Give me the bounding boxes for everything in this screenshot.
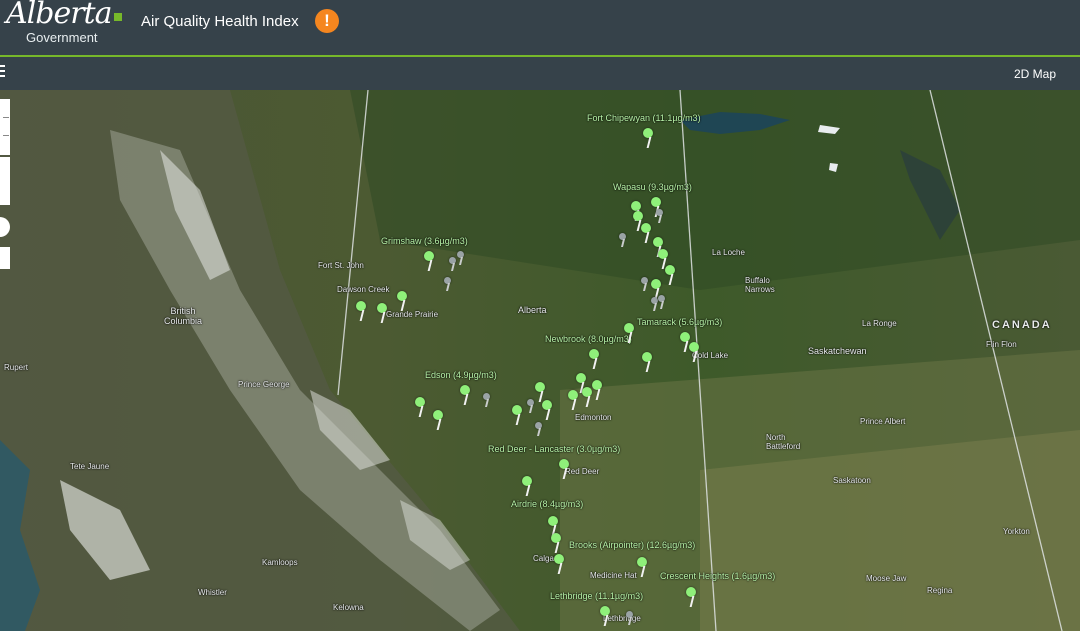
map-label-city: Flin Flon <box>986 340 1017 349</box>
map-label-city: Regina <box>927 586 953 595</box>
inactive-station-marker[interactable] <box>626 611 634 625</box>
map-label-city: Dawson Creek <box>337 285 390 294</box>
inactive-station-marker[interactable] <box>457 251 465 265</box>
map-label-city: Grande Prairie <box>386 310 439 319</box>
alert-icon[interactable]: ! <box>315 9 339 33</box>
station-marker[interactable] <box>600 606 610 626</box>
station-label[interactable]: Tamarack (5.6µg/m3) <box>637 317 722 327</box>
page-title: Air Quality Health Index <box>141 13 299 30</box>
station-marker[interactable] <box>665 265 675 285</box>
station-marker[interactable] <box>642 352 652 372</box>
map-label-city: Prince George <box>238 380 290 389</box>
station-label[interactable]: Fort Chipewyan (11.1µg/m3) <box>587 113 701 123</box>
station-label[interactable]: Red Deer - Lancaster (3.0µg/m3) <box>488 444 620 454</box>
station-marker[interactable] <box>559 459 569 479</box>
zoom-control[interactable] <box>0 99 10 155</box>
station-label[interactable]: Edson (4.9µg/m3) <box>425 370 497 380</box>
map-label-province: British Columbia <box>163 306 203 326</box>
map-label-city: Prince Albert <box>860 417 906 426</box>
layers-button[interactable] <box>0 247 10 269</box>
inactive-station-marker[interactable] <box>483 393 491 407</box>
map-label-city: La Ronge <box>862 319 897 328</box>
map-label-city: Red Deer <box>565 467 600 476</box>
map-label-city: Whistler <box>198 588 227 597</box>
inactive-station-marker[interactable] <box>619 233 627 247</box>
station-marker[interactable] <box>542 400 552 420</box>
satellite-basemap <box>0 90 1080 631</box>
map-label-province: Saskatchewan <box>808 346 867 356</box>
station-marker[interactable] <box>522 476 532 496</box>
station-label[interactable]: Wapasu (9.3µg/m3) <box>613 182 692 192</box>
map-label-city: Saskatoon <box>833 476 871 485</box>
station-marker[interactable] <box>397 291 407 311</box>
station-marker[interactable] <box>624 323 634 343</box>
station-marker[interactable] <box>356 301 366 321</box>
logo-flag-icon <box>114 13 122 21</box>
station-marker[interactable] <box>643 128 653 148</box>
station-marker[interactable] <box>637 557 647 577</box>
station-label[interactable]: Brooks (Airpointer) (12.6µg/m3) <box>569 540 695 550</box>
station-label[interactable]: Crescent Heights (1.6µg/m3) <box>660 571 775 581</box>
map-label-city: La Loche <box>712 248 745 257</box>
inactive-station-marker[interactable] <box>641 277 649 291</box>
logo-subtitle: Government <box>26 30 98 45</box>
logo-script: Alberta <box>6 0 112 31</box>
station-label[interactable]: Lethbridge (11.1µg/m3) <box>550 591 643 601</box>
map-label-city: Tete Jaune <box>70 462 110 471</box>
station-marker[interactable] <box>568 390 578 410</box>
map-label-city: Medicine Hat <box>590 571 637 580</box>
map-label-province: Alberta <box>518 305 547 315</box>
station-marker[interactable] <box>689 342 699 362</box>
station-marker[interactable] <box>535 382 545 402</box>
inactive-station-marker[interactable] <box>535 422 543 436</box>
station-marker[interactable] <box>641 223 651 243</box>
compass-control[interactable] <box>0 157 10 205</box>
station-label[interactable]: Airdrie (8.4µg/m3) <box>511 499 583 509</box>
map-label-city: Edmonton <box>575 413 612 422</box>
station-marker[interactable] <box>686 587 696 607</box>
map-label-city: Buffalo Narrows <box>745 276 775 294</box>
station-marker[interactable] <box>433 410 443 430</box>
map-label-city: Yorkton <box>1003 527 1030 536</box>
map-label-city: Fort St. John <box>318 261 364 270</box>
inactive-station-marker[interactable] <box>658 295 666 309</box>
app-header: Alberta Government Air Quality Health In… <box>0 0 1080 55</box>
station-marker[interactable] <box>460 385 470 405</box>
station-marker[interactable] <box>589 349 599 369</box>
station-marker[interactable] <box>512 405 522 425</box>
map-label-country: CANADA <box>992 319 1052 331</box>
station-label[interactable]: Grimshaw (3.6µg/m3) <box>381 236 468 246</box>
menu-icon[interactable] <box>0 65 6 79</box>
station-marker[interactable] <box>582 387 592 407</box>
station-marker[interactable] <box>554 554 564 574</box>
station-marker[interactable] <box>415 397 425 417</box>
map-toolbar: 2D Map <box>0 57 1080 91</box>
inactive-station-marker[interactable] <box>656 209 664 223</box>
map-label-city: Kamloops <box>262 558 298 567</box>
map-label-city: North Battleford <box>766 433 801 451</box>
map-label-city: Moose Jaw <box>866 574 907 583</box>
station-marker[interactable] <box>377 303 387 323</box>
map-label-city: Kelowna <box>333 603 364 612</box>
station-marker[interactable] <box>592 380 602 400</box>
map-label-city: Rupert <box>4 363 29 372</box>
station-label[interactable]: Newbrook (8.0µg/m3) <box>545 334 632 344</box>
inactive-station-marker[interactable] <box>444 277 452 291</box>
inactive-station-marker[interactable] <box>449 257 457 271</box>
alberta-government-logo[interactable]: Alberta Government <box>6 0 126 48</box>
map-canvas[interactable]: CANADA Alberta British Columbia Saskatch… <box>0 90 1080 631</box>
inactive-station-marker[interactable] <box>527 399 535 413</box>
station-marker[interactable] <box>424 251 434 271</box>
view-toggle-button[interactable]: 2D Map <box>1014 67 1056 81</box>
station-marker[interactable] <box>551 533 561 553</box>
